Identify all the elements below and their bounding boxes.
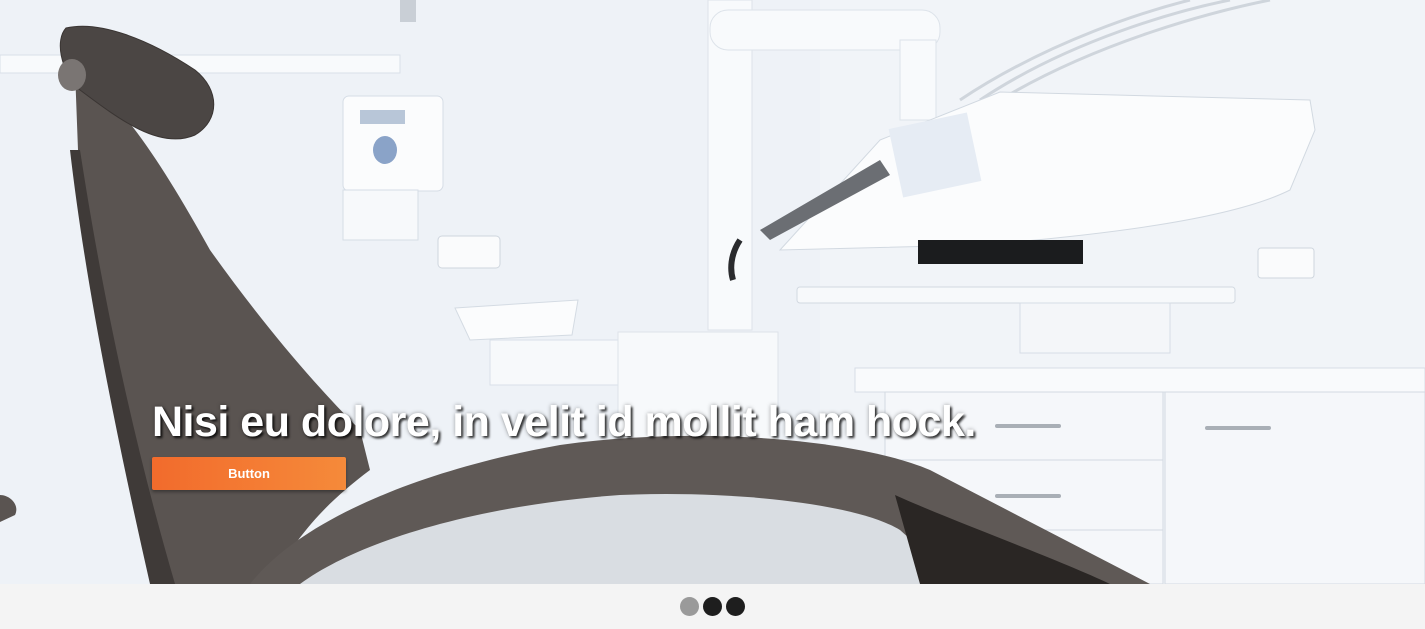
carousel-dot-3[interactable] bbox=[726, 597, 745, 616]
dental-chair-background-image bbox=[0, 0, 1425, 584]
carousel-dot-1[interactable] bbox=[680, 597, 699, 616]
hero-slide: Nisi eu dolore, in velit id mollit ham h… bbox=[0, 0, 1425, 584]
hero-cta-button[interactable]: Button bbox=[152, 457, 346, 490]
hero-headline: Nisi eu dolore, in velit id mollit ham h… bbox=[152, 398, 976, 446]
hero-caption: Nisi eu dolore, in velit id mollit ham h… bbox=[152, 396, 976, 490]
carousel-dot-2[interactable] bbox=[703, 597, 722, 616]
carousel-pagination bbox=[0, 584, 1425, 629]
hero-carousel: Nisi eu dolore, in velit id mollit ham h… bbox=[0, 0, 1425, 629]
